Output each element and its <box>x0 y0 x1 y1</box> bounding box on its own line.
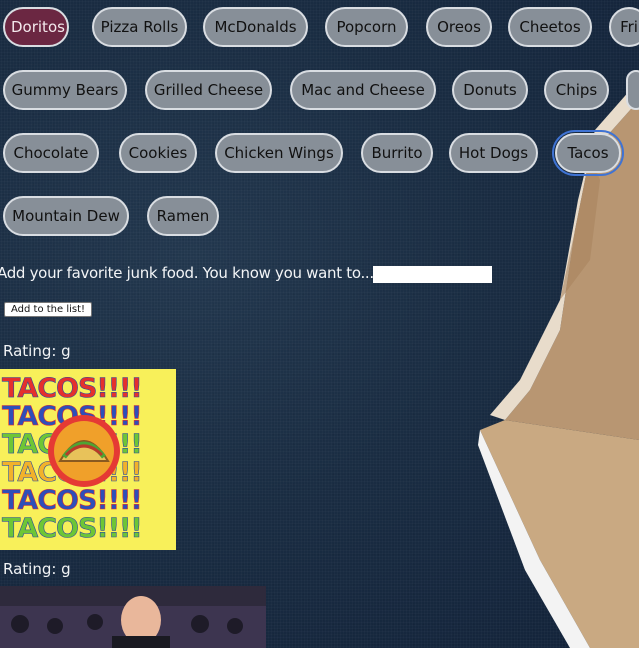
food-chip[interactable]: Gummy Bears <box>3 70 127 110</box>
gif-text-line: TACOS!!!! <box>2 485 142 516</box>
gif-text-line: TACOS!!!! <box>2 373 142 404</box>
food-chip[interactable]: Cookies <box>119 133 197 173</box>
food-chip[interactable]: Hot Dogs <box>449 133 538 173</box>
food-input[interactable] <box>373 266 492 283</box>
add-food-prompt: Add your favorite junk food. You know yo… <box>0 264 374 282</box>
food-chip[interactable]: Cheetos <box>508 7 592 47</box>
rating-label: Rating: g <box>3 342 71 360</box>
food-chip[interactable]: Fri <box>609 7 639 47</box>
reaction-gif[interactable] <box>0 586 266 648</box>
food-chip[interactable]: Chips <box>544 70 609 110</box>
food-chip[interactable]: Mountain Dew <box>3 196 129 236</box>
food-chip[interactable]: Pizza Rolls <box>92 7 187 47</box>
food-chip[interactable]: Oreos <box>426 7 492 47</box>
rating-label: Rating: g <box>3 560 71 578</box>
gif-text-line: TACOS!!!! <box>2 513 142 544</box>
taco-emblem <box>48 415 120 487</box>
food-chip[interactable]: Popcorn <box>325 7 408 47</box>
food-chip[interactable]: Grilled Cheese <box>145 70 272 110</box>
add-to-list-button[interactable]: Add to the list! <box>4 302 93 317</box>
food-chip[interactable]: Ramen <box>147 196 219 236</box>
food-chip[interactable]: Chicken Wings <box>215 133 343 173</box>
food-chip[interactable]: Burrito <box>361 133 433 173</box>
food-chip[interactable]: Doritos <box>3 7 69 47</box>
food-chip[interactable]: McDonalds <box>203 7 308 47</box>
food-chip[interactable]: Donuts <box>452 70 528 110</box>
food-chip[interactable]: Tacos <box>552 130 624 176</box>
tacos-gif[interactable]: TACOS!!!! TACOS!!!! TACOS!!!! TACOS!!!! … <box>0 369 176 550</box>
food-chip[interactable] <box>626 70 639 110</box>
food-chip[interactable]: Chocolate <box>3 133 99 173</box>
food-chip[interactable]: Mac and Cheese <box>290 70 436 110</box>
